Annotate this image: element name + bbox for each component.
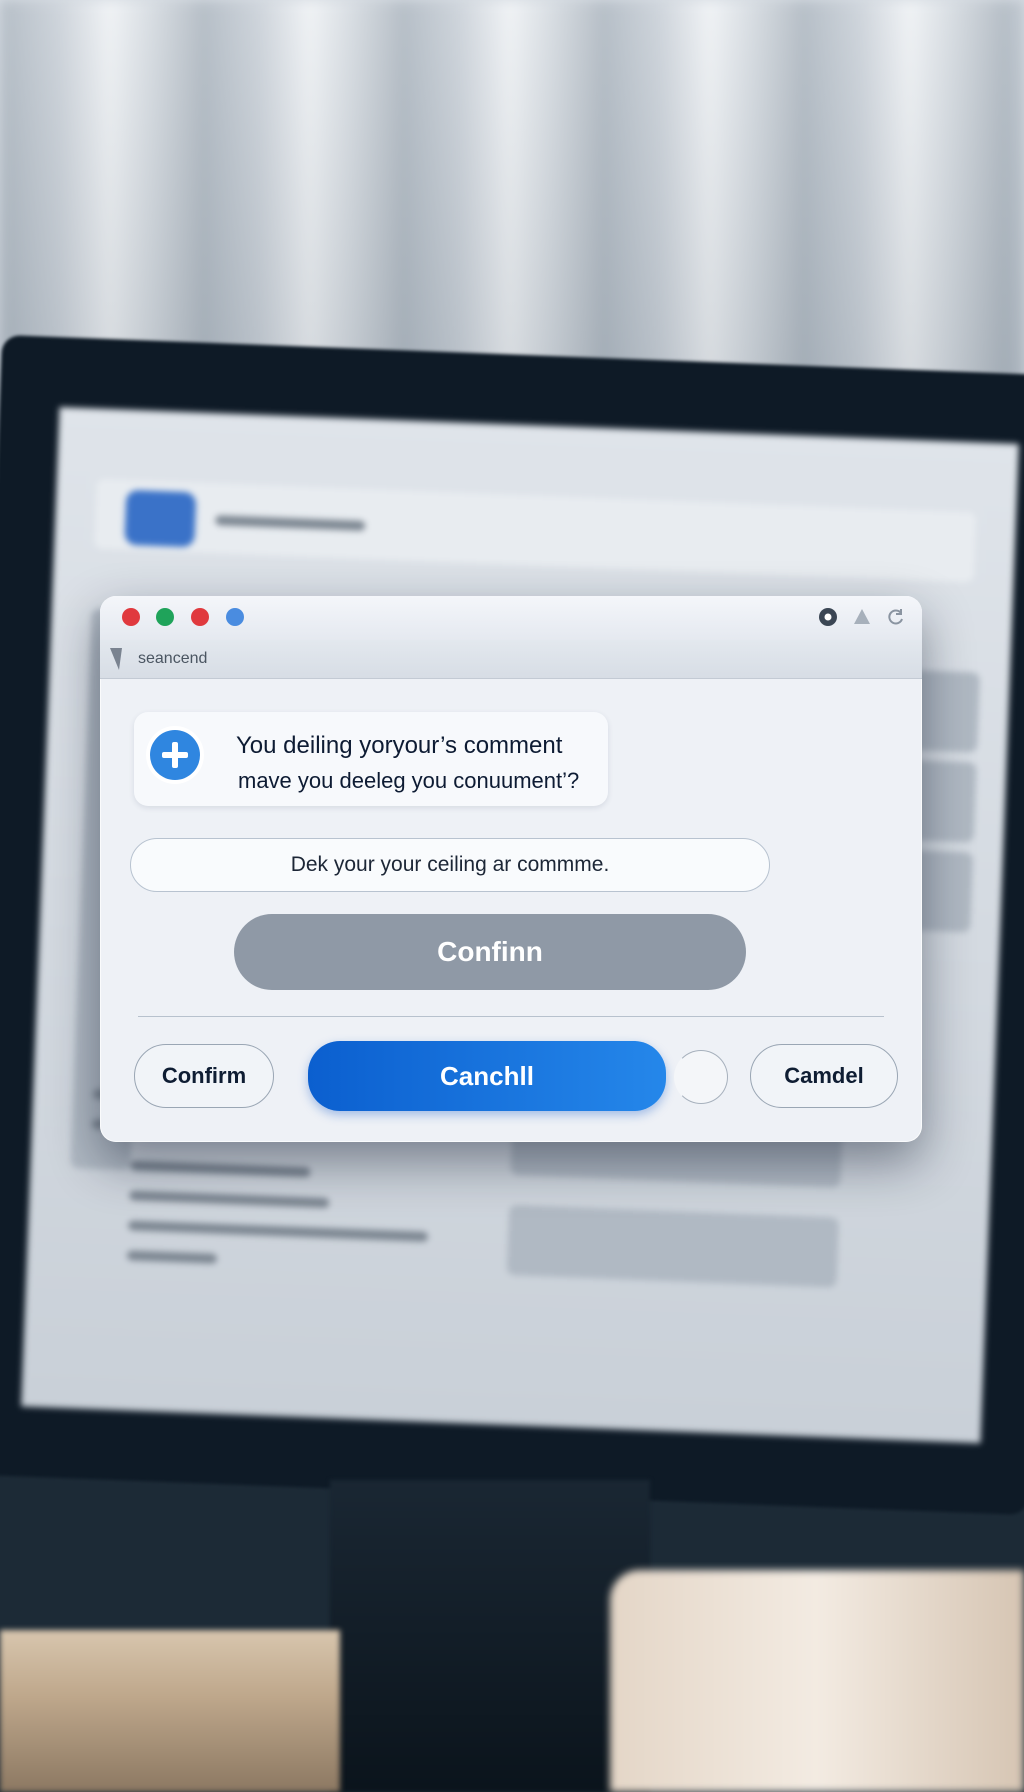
maximize-window-icon[interactable] [191,608,209,626]
refresh-icon[interactable] [886,607,906,627]
divider [138,1016,884,1017]
message-box: You deiling yoryour’s comment mave you d… [134,712,608,806]
close-window-icon[interactable] [122,608,140,626]
address-text: seancend [138,650,208,667]
background-monitor-stand [330,1480,650,1792]
confirm-dialog: seancend You deiling yoryour’s comment m… [100,596,922,1142]
confirm-large-button[interactable]: Confinn [234,914,746,990]
primary-cancel-button[interactable]: Canchll [308,1041,666,1111]
background-card [506,1204,840,1288]
cancel-button[interactable]: Camdel [750,1044,898,1108]
window-titlebar [100,596,922,641]
background-header [94,478,977,583]
minimize-window-icon[interactable] [156,608,174,626]
comment-input[interactable]: Dek your your ceiling ar commme. [130,838,770,892]
message-line-2: mave you deeleg you conuument’? [238,768,580,793]
background-text-line [127,1220,429,1242]
message-line-1: You deiling yoryour’s comment [236,732,563,759]
confirm-button[interactable]: Confirm [134,1044,274,1108]
background-text-line [129,1190,330,1209]
background-text-line [126,1250,218,1264]
scene-background: seancend You deiling yoryour’s comment m… [0,0,1024,1792]
background-app-logo [124,489,197,548]
address-bar[interactable]: seancend [100,640,922,679]
info-dot-icon[interactable] [226,608,244,626]
loading-spinner-icon [674,1050,728,1104]
background-text-line [130,1160,311,1178]
plus-icon [150,730,200,780]
background-books [0,1630,340,1792]
bookmark-icon [110,648,122,670]
record-icon[interactable] [818,607,838,627]
warning-icon[interactable] [852,607,872,627]
background-desk-object [610,1570,1024,1792]
